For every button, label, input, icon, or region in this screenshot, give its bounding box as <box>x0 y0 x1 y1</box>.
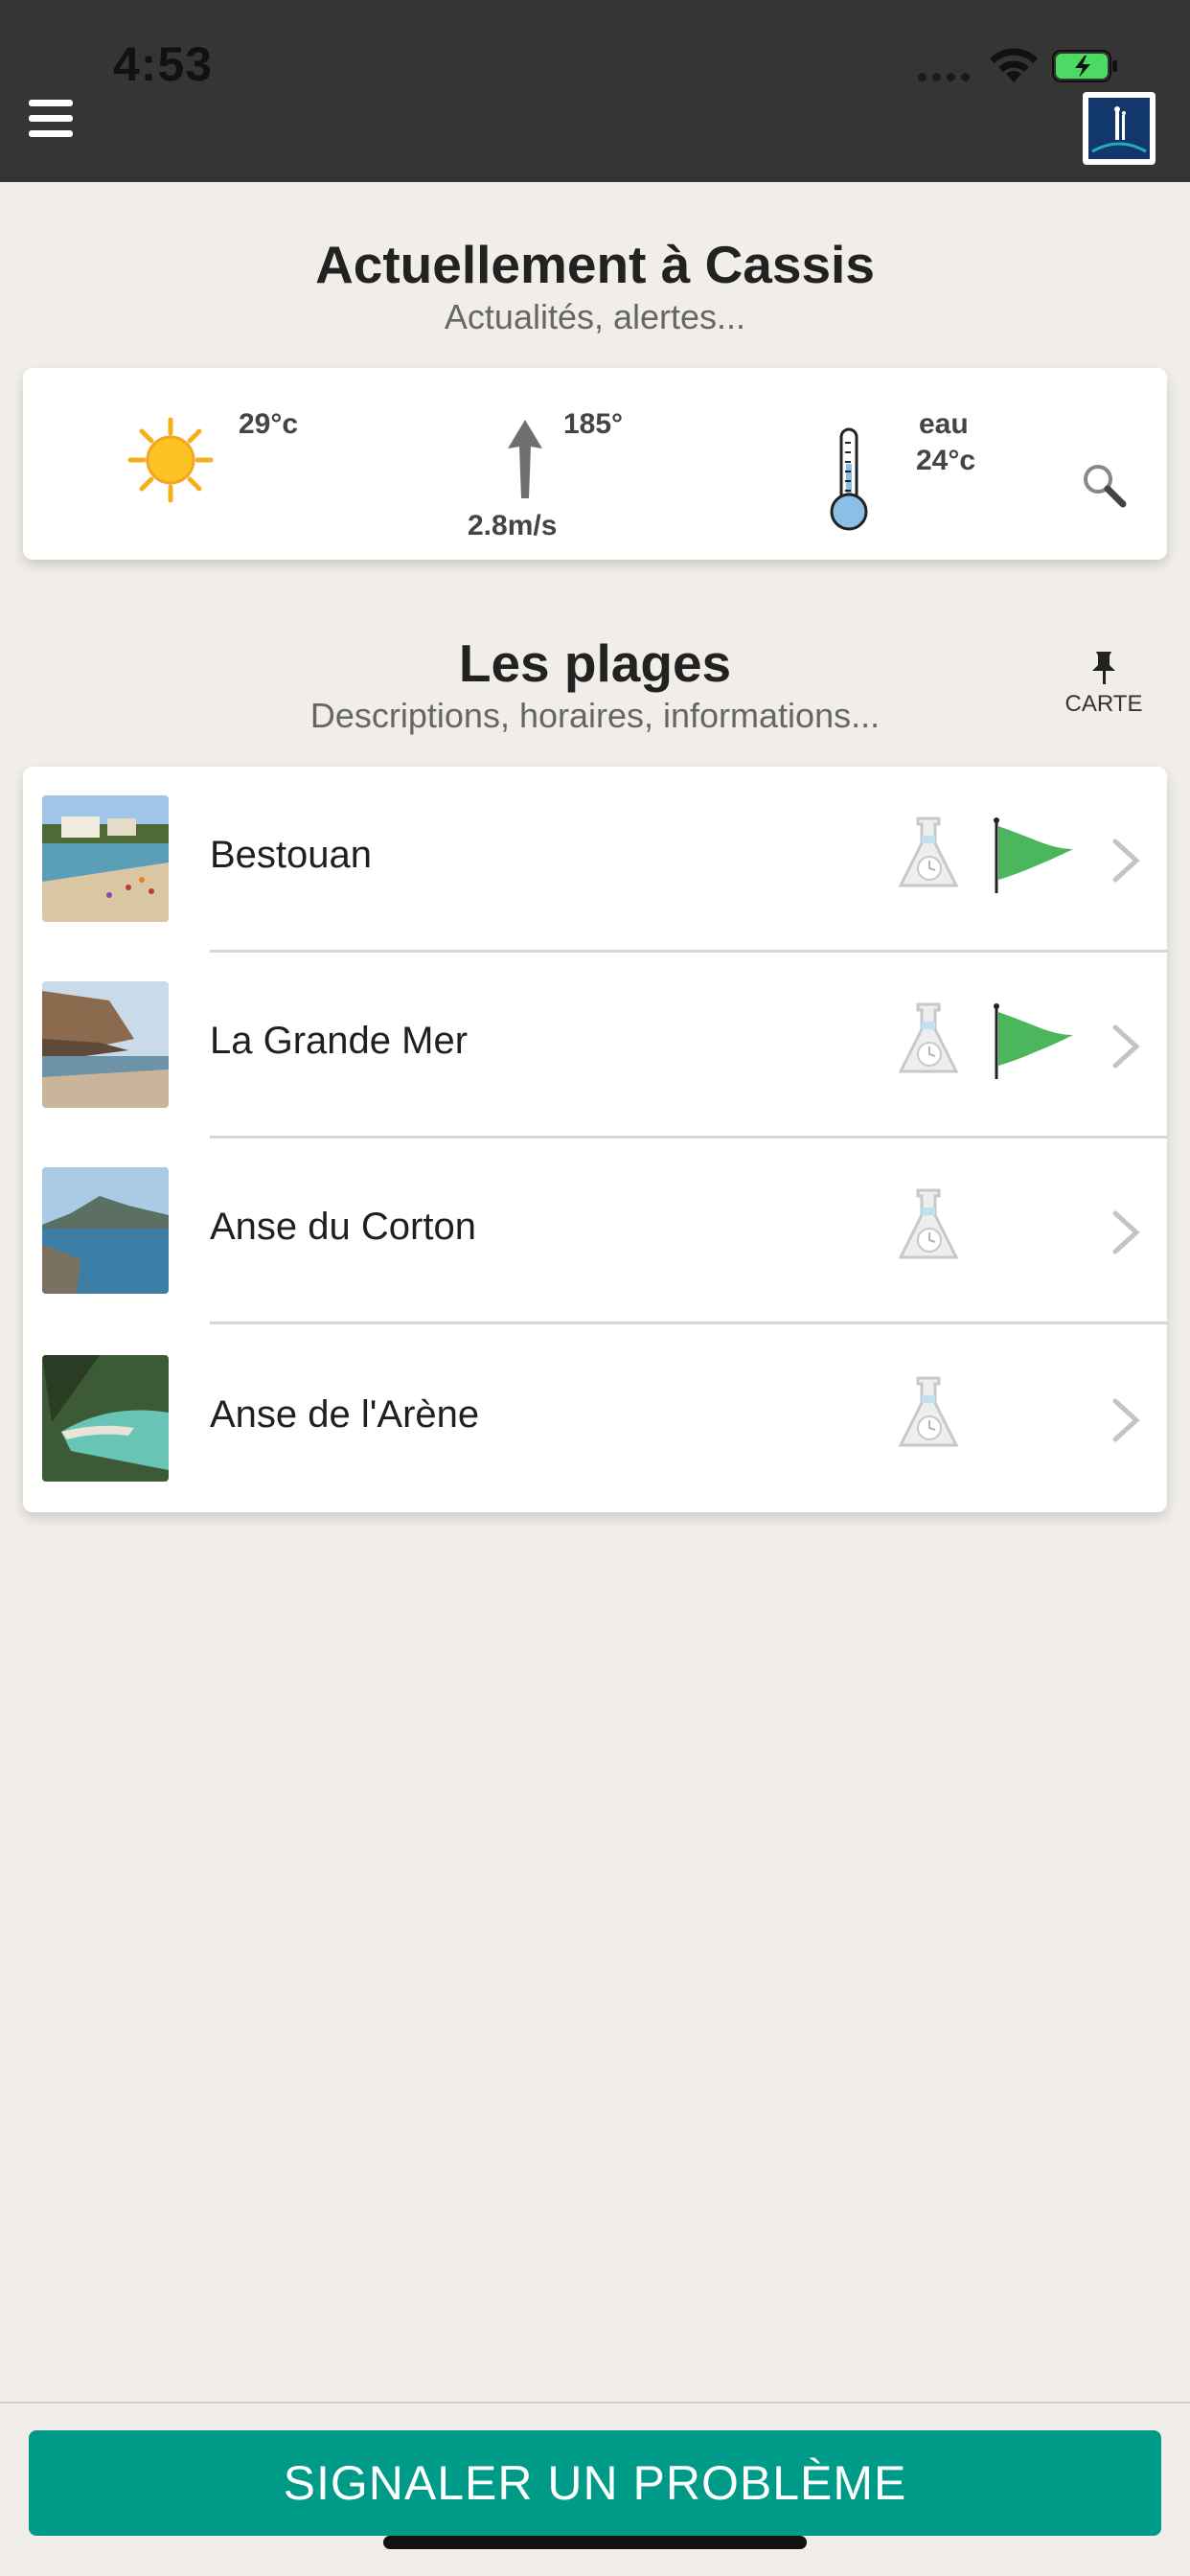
zoom-magnifier-icon[interactable] <box>1079 460 1131 512</box>
wind-direction-arrow-icon <box>508 420 542 498</box>
beach-photo <box>42 795 169 922</box>
cassis-logo-icon <box>1091 106 1147 153</box>
beaches-subtitle: Descriptions, horaires, informations... <box>309 696 881 735</box>
green-flag-icon <box>994 817 1073 893</box>
current-title: Actuellement à Cassis <box>315 235 875 294</box>
air-temperature: 29°c <box>239 408 299 440</box>
chevron-right-icon <box>1112 839 1140 883</box>
wifi-icon <box>990 48 1038 82</box>
beaches-title: Les plages <box>458 633 732 693</box>
home-indicator[interactable] <box>383 2536 807 2549</box>
bottom-divider <box>0 2402 1190 2404</box>
chevron-right-icon <box>1112 1024 1140 1069</box>
report-problem-button[interactable]: SIGNALER UN PROBLÈME <box>29 2430 1161 2536</box>
cassis-logo[interactable] <box>1083 92 1156 165</box>
beach-row-la-grande-mer[interactable]: La Grande Mer <box>23 953 1167 1138</box>
beach-photo <box>42 981 169 1108</box>
water-quality-flask-icon <box>898 1188 959 1259</box>
green-flag-icon <box>994 1003 1073 1079</box>
water-quality-flask-icon <box>898 1376 959 1447</box>
chevron-right-icon <box>1112 1210 1140 1254</box>
wind-direction: 185° <box>563 408 624 440</box>
weather-card[interactable]: 29°c 185° 2.8m/s eau 24°c <box>23 368 1167 560</box>
water-quality-flask-icon <box>898 1002 959 1073</box>
beach-name: Anse de l'Arène <box>210 1393 480 1436</box>
water-quality-flask-icon <box>898 816 959 887</box>
beaches-list: Bestouan La Grande Mer Anse du Corton An… <box>23 767 1167 1512</box>
beach-row-anse-de-l-arene[interactable]: Anse de l'Arène <box>23 1326 1167 1512</box>
top-bar: 4:53 <box>0 0 1190 182</box>
beach-photo <box>42 1167 169 1294</box>
map-button[interactable]: CARTE <box>1064 648 1144 718</box>
beach-name: Anse du Corton <box>210 1206 476 1248</box>
sun-icon <box>127 417 214 503</box>
cellular-signal-icon <box>918 73 970 81</box>
beach-row-anse-du-corton[interactable]: Anse du Corton <box>23 1138 1167 1324</box>
hamburger-menu-button[interactable] <box>29 100 75 140</box>
row-divider <box>210 1322 1167 1324</box>
beach-name: Bestouan <box>210 834 373 876</box>
thermometer-icon <box>830 427 868 531</box>
status-time: 4:53 <box>113 37 214 91</box>
battery-icon <box>1052 50 1117 82</box>
current-subtitle: Actualités, alertes... <box>444 297 746 336</box>
beach-photo <box>42 1355 169 1482</box>
wind-speed: 2.8m/s <box>468 510 558 541</box>
water-label: eau <box>919 408 969 440</box>
beach-row-bestouan[interactable]: Bestouan <box>23 767 1167 953</box>
water-temperature: 24°c <box>916 445 976 476</box>
chevron-right-icon <box>1112 1398 1140 1442</box>
beach-name: La Grande Mer <box>210 1020 469 1062</box>
map-button-label: CARTE <box>1064 691 1143 717</box>
pin-icon <box>1092 652 1115 684</box>
